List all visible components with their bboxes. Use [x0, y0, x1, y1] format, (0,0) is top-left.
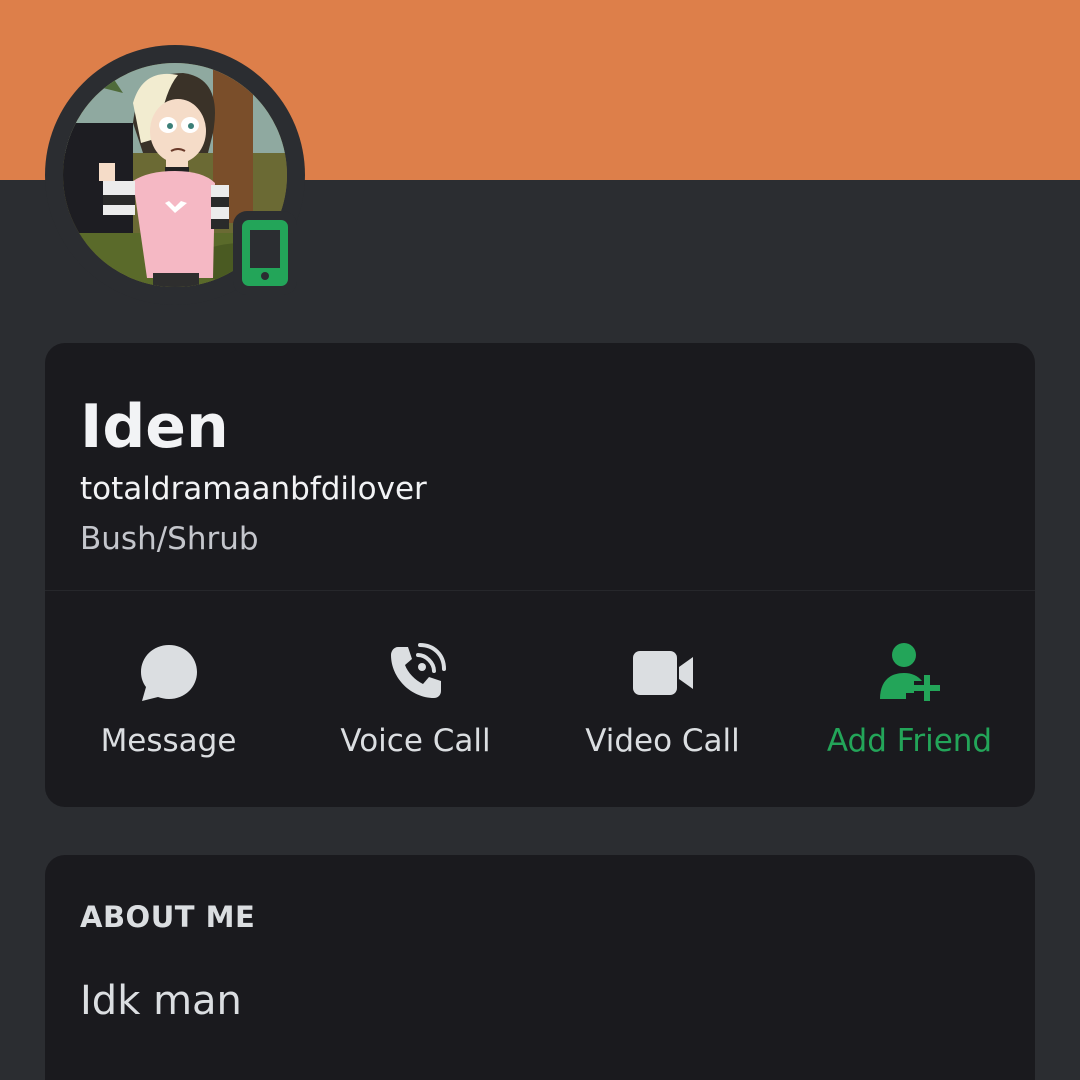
display-name: Iden	[80, 392, 229, 462]
voice-call-label: Voice Call	[340, 723, 491, 759]
about-me-heading: ABOUT ME	[80, 900, 256, 934]
video-camera-icon	[632, 651, 693, 695]
video-call-button[interactable]: Video Call	[539, 591, 786, 807]
about-me-card: ABOUT ME Idk man	[45, 855, 1035, 1080]
add-friend-icon	[879, 643, 940, 701]
message-label: Message	[100, 723, 237, 759]
profile-card: Iden totaldramaanbfdilover Bush/Shrub Me…	[45, 343, 1035, 807]
message-button[interactable]: Message	[45, 591, 292, 807]
add-friend-label: Add Friend	[826, 723, 993, 759]
about-me-text: Idk man	[80, 978, 242, 1024]
message-bubble-icon	[140, 645, 197, 701]
profile-screen: Iden totaldramaanbfdilover Bush/Shrub Me…	[0, 0, 1080, 1080]
mobile-online-icon	[242, 220, 288, 286]
phone-call-icon	[390, 643, 446, 698]
action-bar: Message Voice Call Video Call Add Friend	[45, 591, 1035, 807]
voice-call-button[interactable]: Voice Call	[292, 591, 539, 807]
add-friend-button[interactable]: Add Friend	[786, 591, 1033, 807]
pronouns: Bush/Shrub	[80, 521, 259, 557]
video-call-label: Video Call	[585, 723, 740, 759]
username[interactable]: totaldramaanbfdilover	[80, 469, 427, 509]
